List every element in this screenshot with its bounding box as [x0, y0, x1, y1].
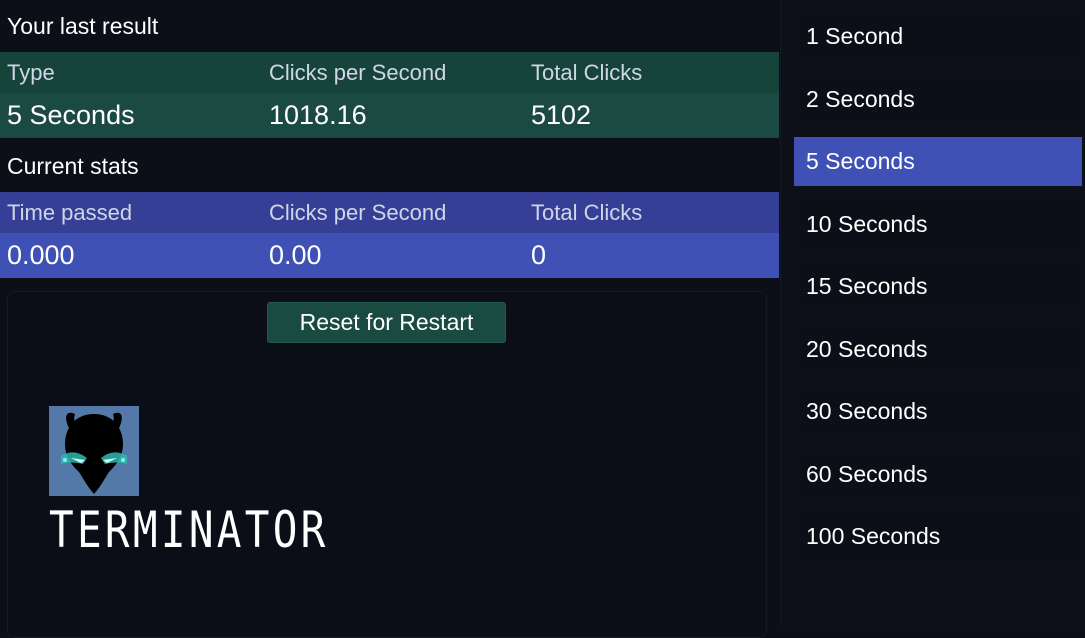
last-result-header-total: Total Clicks: [531, 60, 643, 85]
current-total-value: 0: [531, 240, 547, 270]
logo-wordmark: TERMINATOR: [49, 501, 329, 559]
current-stats-value-row: 0.000 0.00 0: [0, 233, 779, 278]
mode-item[interactable]: 10 Seconds: [794, 199, 1082, 249]
current-stats-header-cps: Clicks per Second: [269, 200, 447, 225]
time-passed-value: 0.000: [7, 240, 75, 270]
last-result-type-value: 5 Seconds: [7, 100, 135, 130]
current-stats-title: Current stats: [7, 153, 139, 179]
current-stats-header-time: Time passed: [7, 200, 133, 225]
mode-sidebar: 1 Second 2 Seconds 5 Seconds 10 Seconds 15 S…: [780, 0, 1085, 626]
last-result-value-row: 5 Seconds 1018.16 5102: [0, 93, 779, 138]
mode-item[interactable]: 30 Seconds: [794, 387, 1082, 436]
last-result-total-value: 5102: [531, 100, 592, 130]
mode-item[interactable]: 15 Seconds: [794, 262, 1082, 311]
terminator-logo-icon: [49, 406, 139, 496]
current-cps-value: 0.00: [269, 240, 322, 270]
mode-item[interactable]: 5 Seconds: [794, 137, 1082, 186]
mode-item[interactable]: 100 Seconds: [794, 512, 1082, 561]
mode-item[interactable]: 2 Seconds: [794, 74, 1082, 124]
current-stats-table: Time passed Clicks per Second Total Clic…: [0, 192, 779, 278]
last-result-cps-value: 1018.16: [269, 100, 367, 130]
last-result-title: Your last result: [7, 13, 159, 39]
current-stats-header-row: Time passed Clicks per Second Total Clic…: [0, 192, 779, 233]
last-result-header-cps: Clicks per Second: [269, 60, 447, 85]
mode-item[interactable]: 60 Seconds: [794, 449, 1082, 499]
mode-item[interactable]: 1 Second: [794, 12, 1082, 61]
current-stats-header-total: Total Clicks: [531, 200, 643, 225]
last-result-header-row: Type Clicks per Second Total Clicks: [0, 52, 779, 93]
reset-button[interactable]: Reset for Restart: [267, 302, 506, 343]
results-panel: Your last result Type Clicks per Second …: [0, 0, 779, 638]
mode-item[interactable]: 20 Seconds: [794, 324, 1082, 374]
click-area[interactable]: Reset for Restart TERMINATOR: [7, 291, 767, 638]
last-result-table: Type Clicks per Second Total Clicks 5 Se…: [0, 52, 779, 138]
last-result-header-type: Type: [7, 60, 55, 85]
